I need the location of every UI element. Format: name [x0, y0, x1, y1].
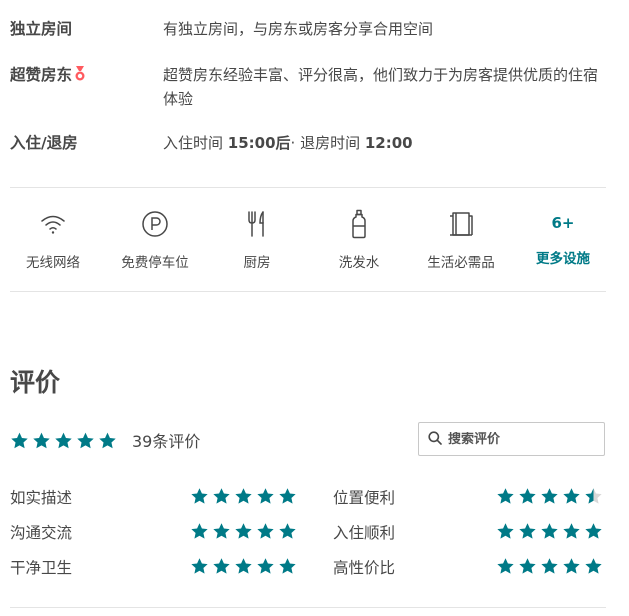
amenity-shampoo: 洗发水 [309, 208, 409, 271]
reviews-title: 评价 [10, 368, 61, 397]
divider-amenities [10, 291, 606, 292]
star-icon [518, 522, 537, 540]
superhost-label-wrap: 超赞房东 [10, 63, 86, 89]
star-icon [234, 557, 253, 575]
star-icon [256, 522, 275, 540]
amenity-label: 洗发水 [338, 255, 380, 271]
more-amenities-label: 更多设施 [536, 251, 590, 267]
category-label-communication: 沟通交流 [10, 524, 73, 542]
star-icon [562, 557, 581, 575]
star-icon [518, 557, 537, 575]
more-amenities-button[interactable]: 6+ 更多设施 [513, 208, 613, 267]
superhost-label: 超赞房东 [10, 66, 73, 84]
star-icon [496, 557, 515, 575]
essentials-icon [411, 208, 511, 240]
star-icon [584, 522, 603, 540]
star-icon [256, 487, 275, 505]
star-icon [212, 522, 231, 540]
room-type-label: 独立房间 [10, 20, 73, 38]
star-icon [278, 557, 297, 575]
divider-top [10, 187, 606, 188]
checkout-time: 12:00 [364, 134, 413, 152]
parking-icon [105, 208, 205, 240]
divider-bottom [10, 607, 606, 608]
category-stars-cleanliness [190, 557, 297, 575]
review-search-input[interactable] [448, 431, 588, 447]
star-icon [10, 431, 29, 450]
amenity-label: 厨房 [243, 255, 271, 271]
star-icon [518, 487, 537, 505]
medal-icon [74, 65, 86, 89]
kitchen-icon [207, 208, 307, 240]
checkout-prefix: · 退房时间 [290, 134, 365, 152]
star-icon [584, 557, 603, 575]
star-icon [278, 487, 297, 505]
room-type-value: 有独立房间，与房东或房客分享合用空间 [163, 20, 434, 38]
amenity-label: 生活必需品 [427, 255, 495, 271]
superhost-row: 超赞房东 超赞房东经验丰富、评分很高，他们致力于为房客提供优质的住宿体验 [10, 63, 610, 113]
category-label-location: 位置便利 [333, 489, 396, 507]
category-label-cleanliness: 干净卫生 [10, 559, 73, 577]
star-icon [190, 522, 209, 540]
amenity-label: 免费停车位 [121, 255, 189, 271]
amenity-essentials: 生活必需品 [411, 208, 511, 271]
star-icon [496, 522, 515, 540]
review-search-box[interactable] [418, 422, 605, 456]
star-icon [190, 487, 209, 505]
category-stars-accuracy [190, 487, 297, 505]
superhost-value: 超赞房东经验丰富、评分很高，他们致力于为房客提供优质的住宿体验 [163, 66, 599, 108]
star-icon [190, 557, 209, 575]
wifi-icon [3, 208, 103, 240]
star-icon [496, 487, 515, 505]
star-icon [278, 522, 297, 540]
star-icon [540, 557, 559, 575]
checkin-prefix: 入住时间 [163, 134, 228, 152]
star-icon [98, 431, 117, 450]
star-icon [212, 557, 231, 575]
checkin-value: 入住时间 15:00后· 退房时间 12:00 [163, 131, 608, 155]
category-label-value: 高性价比 [333, 559, 396, 577]
category-label-accuracy: 如实描述 [10, 489, 73, 507]
amenity-parking: 免费停车位 [105, 208, 205, 271]
star-icon [54, 431, 73, 450]
overall-stars [10, 431, 117, 450]
checkin-label: 入住/退房 [10, 134, 78, 152]
star-icon [234, 522, 253, 540]
search-icon [428, 430, 442, 449]
star-icon [256, 557, 275, 575]
checkin-time: 15:00后 [227, 134, 291, 152]
shampoo-icon [309, 208, 409, 240]
star-icon [76, 431, 95, 450]
amenity-wifi: 无线网络 [3, 208, 103, 271]
category-stars-checkin [496, 522, 603, 540]
star-icon [584, 487, 603, 505]
category-stars-value [496, 557, 603, 575]
category-stars-location [496, 487, 603, 505]
amenity-label: 无线网络 [26, 255, 80, 271]
star-icon [562, 487, 581, 505]
star-icon [32, 431, 51, 450]
star-icon [540, 487, 559, 505]
category-label-checkin: 入住顺利 [333, 524, 396, 542]
star-icon [234, 487, 253, 505]
star-icon [212, 487, 231, 505]
amenity-kitchen: 厨房 [207, 208, 307, 271]
star-icon [562, 522, 581, 540]
more-amenities-count: 6+ [551, 214, 575, 232]
star-icon [540, 522, 559, 540]
overall-rating: 39条评价 [10, 428, 200, 452]
review-count: 39条评价 [132, 432, 201, 451]
category-stars-communication [190, 522, 297, 540]
